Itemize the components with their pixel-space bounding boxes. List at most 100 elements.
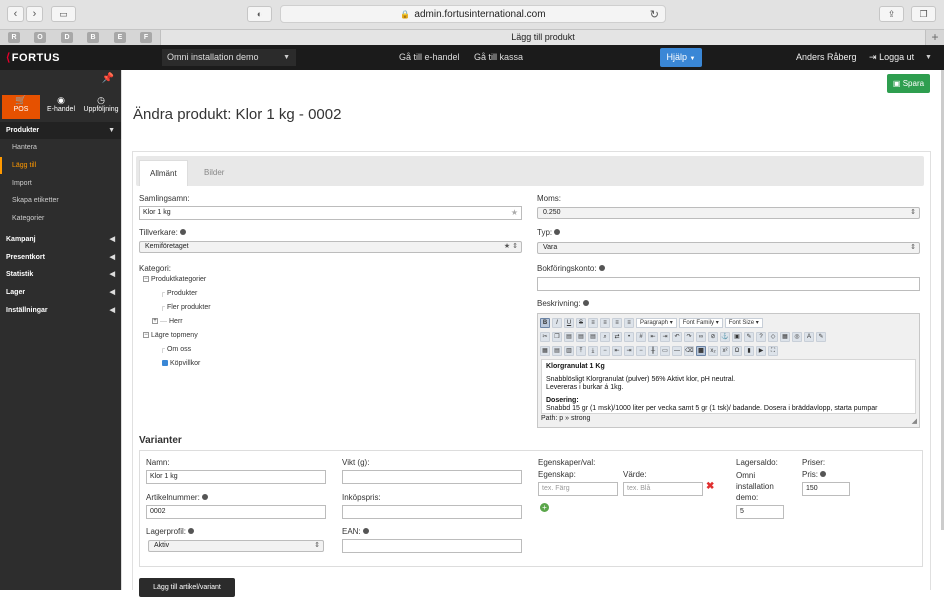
sidebar-ecommerce[interactable]: ◉ E-handel [42, 95, 80, 119]
visual-aid-icon[interactable]: ▩ [696, 346, 706, 356]
ean-input[interactable] [342, 539, 522, 553]
cut-icon[interactable]: ✂ [540, 332, 550, 342]
help-button[interactable]: Hjälp ▼ [660, 48, 702, 67]
pris-input[interactable]: 150 [802, 482, 850, 496]
varde-input[interactable]: tex. Blå [623, 482, 703, 496]
align-left-icon[interactable]: ≡ [588, 318, 598, 328]
cell-props-icon[interactable]: ▥ [564, 346, 574, 356]
lagerprofil-select[interactable]: Aktiv ⇕ [148, 540, 324, 552]
goto-register-link[interactable]: Gå till kassa [469, 49, 528, 66]
unlink-icon[interactable]: ⊘ [708, 332, 718, 342]
goto-ecommerce-link[interactable]: Gå till e-handel [394, 49, 465, 66]
text-color-icon[interactable]: A [804, 332, 814, 342]
category-node[interactable]: ┌ Produkter [160, 290, 197, 297]
sidebar-pos[interactable]: 🛒 POS [2, 95, 40, 119]
undo-icon[interactable]: ↶ [672, 332, 682, 342]
share-button[interactable]: ⇪ [879, 6, 904, 22]
category-node[interactable]: Köpvillkor [162, 360, 200, 367]
sidebar-item-skapa-etiketter[interactable]: Skapa etiketter [0, 192, 121, 209]
font-family-select[interactable]: Font Family ▾ [678, 318, 723, 328]
namn-input[interactable]: Klor 1 kg [146, 470, 326, 484]
media-icon[interactable]: ▮ [744, 346, 754, 356]
find-icon[interactable]: ⌕ [600, 332, 610, 342]
numbered-list-icon[interactable]: # [636, 332, 646, 342]
typ-select[interactable]: Vara ⇕ [537, 242, 920, 254]
delete-row-icon[interactable]: − [600, 346, 610, 356]
address-bar[interactable]: 🔒 admin.fortusinternational.com ↻ [280, 5, 666, 23]
outdent-icon[interactable]: ⇤ [648, 332, 658, 342]
active-tab[interactable]: Lägg till produkt [160, 30, 926, 45]
table-icon[interactable]: ▦ [540, 346, 550, 356]
favorite-r[interactable]: R [8, 32, 20, 43]
strikethrough-icon[interactable]: S [576, 318, 586, 328]
fullscreen-icon[interactable]: ⛶ [768, 346, 778, 356]
user-menu-caret-icon[interactable]: ▼ [925, 49, 932, 66]
redo-icon[interactable]: ↷ [684, 332, 694, 342]
sidebar-item-kategorier[interactable]: Kategorier [0, 210, 121, 227]
bokforing-input[interactable] [537, 277, 920, 291]
favorite-e[interactable]: E [114, 32, 126, 43]
align-right-icon[interactable]: ≡ [612, 318, 622, 328]
pin-icon[interactable]: 📌 [102, 73, 114, 84]
collapse-icon[interactable]: − [143, 276, 149, 283]
category-node[interactable]: ┌ Fler produkter [160, 304, 211, 311]
store-select[interactable]: Omni installation demo ▼ [162, 49, 296, 66]
delete-col-icon[interactable]: − [636, 346, 646, 356]
category-node[interactable]: − Lägre topmeny [143, 332, 198, 339]
align-center-icon[interactable]: ≡ [600, 318, 610, 328]
inkopspris-input[interactable] [342, 505, 522, 519]
category-node[interactable]: ┌ Om oss [160, 346, 191, 353]
tab-allmant[interactable]: Allmänt [139, 160, 188, 186]
paste-icon[interactable]: ▤ [564, 332, 574, 342]
lagersaldo-input[interactable]: 5 [736, 505, 784, 519]
sidebar-item-hantera[interactable]: Hantera [0, 139, 121, 156]
tab-bilder[interactable]: Bilder [194, 160, 234, 186]
expand-icon[interactable]: + [152, 318, 158, 325]
save-button[interactable]: ▣ Spara [887, 74, 930, 93]
samlingsamn-input[interactable]: Klor 1 kg ★ [139, 206, 522, 220]
link-icon[interactable]: ∞ [696, 332, 706, 342]
user-name[interactable]: Anders Råberg [796, 49, 857, 66]
favorite-d[interactable]: D [61, 32, 73, 43]
bold-icon[interactable]: B [540, 318, 550, 328]
add-property-icon[interactable]: + [540, 503, 549, 512]
fortus-logo[interactable]: ⟨FORTUS [6, 51, 60, 64]
category-node[interactable]: + — Herr [152, 318, 183, 325]
image-icon[interactable]: ▣ [732, 332, 742, 342]
align-justify-icon[interactable]: ≡ [624, 318, 634, 328]
editor-content[interactable]: Klorgranulat 1 Kg Snabblösligt Klorgranu… [541, 359, 916, 414]
add-variant-button[interactable]: Lägg till artikel/variant [139, 578, 235, 597]
horizontal-rule-icon[interactable]: — [672, 346, 682, 356]
sidebar-followup[interactable]: ◷ Uppföljning [82, 95, 120, 119]
replace-icon[interactable]: ⇄ [612, 332, 622, 342]
sidebar-section-kampanj[interactable]: Kampanj ◀ [0, 231, 121, 248]
egenskap-input[interactable]: tex. Färg [538, 482, 618, 496]
paragraph-select[interactable]: Paragraph ▾ [636, 318, 677, 328]
artikel-input[interactable]: 0002 [146, 505, 326, 519]
background-color-icon[interactable]: ✎ [816, 332, 826, 342]
vikt-input[interactable] [342, 470, 522, 484]
remove-property-icon[interactable]: ✖ [706, 481, 714, 492]
moms-select[interactable]: 0.250 ⇕ [537, 207, 920, 219]
paste-text-icon[interactable]: ▤ [576, 332, 586, 342]
sidebar-section-statistik[interactable]: Statistik ◀ [0, 266, 121, 283]
category-node[interactable]: − Produktkategorier [143, 276, 206, 283]
bullet-list-icon[interactable]: • [624, 332, 634, 342]
split-cells-icon[interactable]: ╫ [648, 346, 658, 356]
insert-col-before-icon[interactable]: ⇤ [612, 346, 622, 356]
sidebar-item-import[interactable]: Import [0, 175, 121, 192]
remove-format-icon[interactable]: ⌫ [684, 346, 694, 356]
rich-text-editor[interactable]: B I U S ≡ ≡ ≡ ≡ Paragraph ▾ Font Family … [537, 313, 920, 428]
youtube-icon[interactable]: ▶ [756, 346, 766, 356]
indent-icon[interactable]: ⇥ [660, 332, 670, 342]
privacy-button[interactable]: ◐ [247, 6, 272, 22]
cleanup-icon[interactable]: ✎ [744, 332, 754, 342]
checkbox-checked-icon[interactable] [162, 360, 168, 367]
special-char-icon[interactable]: Ω [732, 346, 742, 356]
new-tab-button[interactable]: + [928, 30, 942, 45]
insert-date-icon[interactable]: ▦ [780, 332, 790, 342]
reload-icon[interactable]: ↻ [650, 8, 659, 21]
back-button[interactable]: ‹ [7, 6, 24, 22]
anchor-icon[interactable]: ⚓ [720, 332, 730, 342]
underline-icon[interactable]: U [564, 318, 574, 328]
